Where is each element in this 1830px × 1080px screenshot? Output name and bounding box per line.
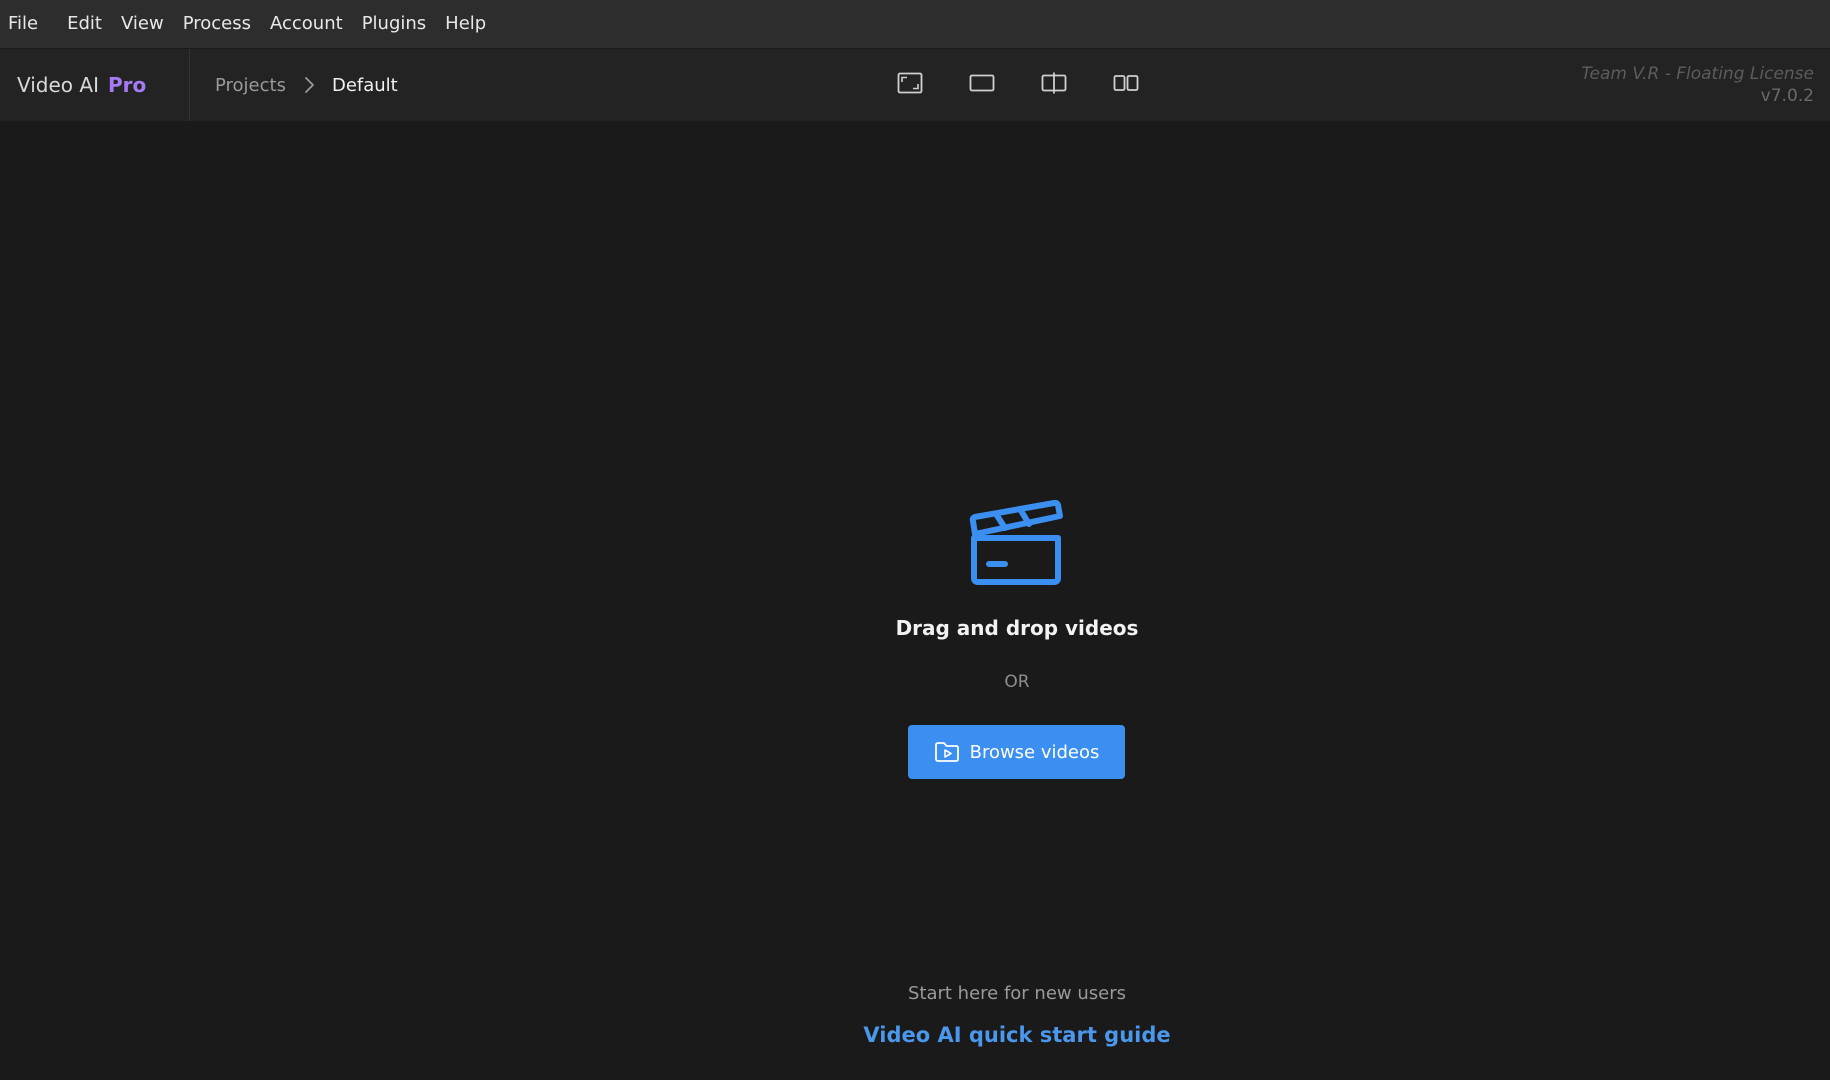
new-users-hint: Start here for new users <box>907 983 1126 1004</box>
toolbar-divider <box>189 49 190 121</box>
license-name: Team V.R - Floating License <box>1581 64 1814 84</box>
folder-play-icon <box>934 740 960 764</box>
breadcrumb-current: Default <box>331 74 398 96</box>
clapperboard-icon <box>965 494 1069 598</box>
view-crop-button[interactable] <box>892 67 928 103</box>
view-side-by-side-icon <box>1113 74 1139 96</box>
menu-account[interactable]: Account <box>270 0 343 48</box>
app-brand: Video AI Pro <box>17 49 146 121</box>
dropzone-title: Drag and drop videos <box>895 616 1139 640</box>
view-single-icon <box>969 74 995 96</box>
app-version: v7.0.2 <box>1760 86 1814 106</box>
menu-edit[interactable]: Edit <box>67 0 102 48</box>
menu-process[interactable]: Process <box>183 0 251 48</box>
chevron-right-icon <box>298 74 320 96</box>
quick-start-guide-link[interactable]: Video AI quick start guide <box>0 1023 1830 1047</box>
view-split-icon <box>1041 72 1067 98</box>
view-side-by-side-button[interactable] <box>1108 67 1144 103</box>
view-split-button[interactable] <box>1036 67 1072 103</box>
breadcrumb-projects-link[interactable]: Projects <box>215 75 286 96</box>
menu-file[interactable]: File <box>8 0 38 48</box>
breadcrumb: Projects Default <box>215 49 398 121</box>
browse-videos-button[interactable]: Browse videos <box>908 725 1125 779</box>
top-toolbar: Video AI Pro Projects Default Team V.R -… <box>0 48 1830 121</box>
menu-view[interactable]: View <box>121 0 164 48</box>
menu-help[interactable]: Help <box>445 0 486 48</box>
menu-plugins[interactable]: Plugins <box>362 0 426 48</box>
dropzone-or-divider: OR <box>1004 672 1030 692</box>
view-single-button[interactable] <box>964 67 1000 103</box>
main-workspace[interactable]: Drag and drop videos OR Browse videos St… <box>0 121 1830 1080</box>
app-tier-badge: Pro <box>107 73 147 97</box>
license-info: Team V.R - Floating License v7.0.2 <box>1581 63 1814 107</box>
view-crop-icon <box>897 72 923 98</box>
browse-videos-label: Browse videos <box>969 741 1100 763</box>
view-mode-toolbar <box>892 49 1144 121</box>
menu-bar: File Edit View Process Account Plugins H… <box>0 0 1830 48</box>
app-name: Video AI <box>17 73 99 97</box>
